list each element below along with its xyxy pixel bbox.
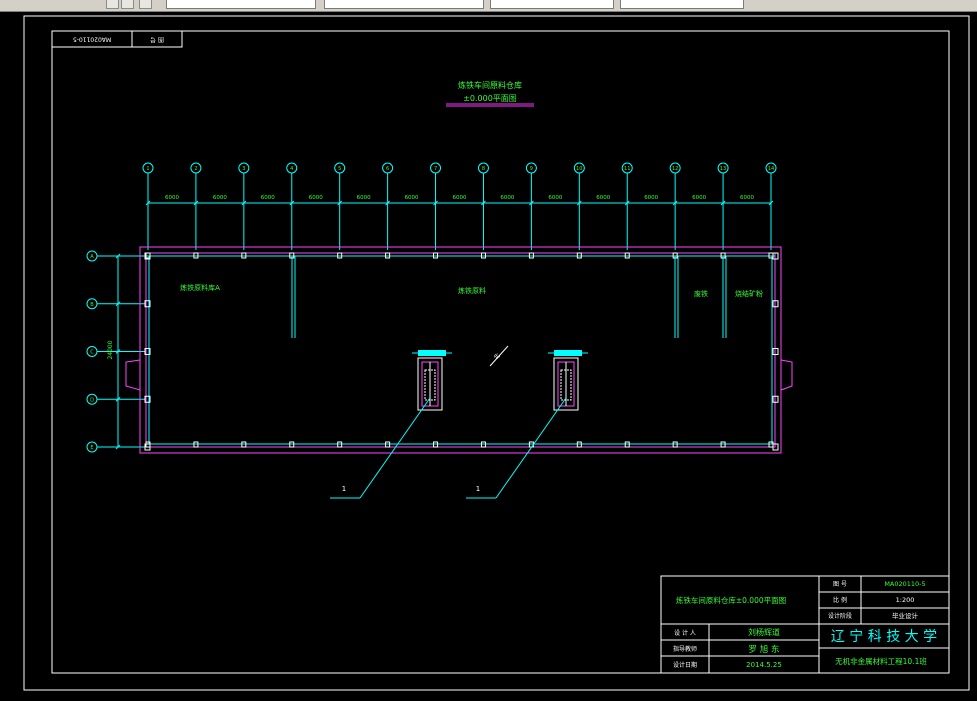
room-label-left: 炼铁原料库A <box>180 283 220 292</box>
equipment-unit-1 <box>412 350 452 411</box>
equipment-unit-2 <box>548 350 588 411</box>
row-label: 图 号 <box>833 581 847 588</box>
toolbar-button[interactable] <box>139 0 152 9</box>
plan-subtitle: ±0.000平面图 <box>463 94 517 103</box>
bay-dimension-label: 6000 <box>405 195 419 201</box>
toolbar-button[interactable] <box>121 0 134 9</box>
svg-text:北: 北 <box>492 352 502 362</box>
row-axis-label: C <box>90 350 94 356</box>
column-axis-label: 11 <box>624 166 630 172</box>
bay-dimension-label: 6000 <box>596 195 610 201</box>
column-axis-label: 5 <box>338 166 341 172</box>
building-walls <box>125 246 793 454</box>
row-label: 比 例 <box>833 596 847 604</box>
column-axis-label: 12 <box>672 166 678 172</box>
bay-dimension-label: 6000 <box>261 195 275 201</box>
column-axis-label: 10 <box>576 166 582 172</box>
university-name: 辽 宁 科 技 大 学 <box>831 628 937 645</box>
bay-dimension-label: 6000 <box>453 195 467 201</box>
bay-dimension-label: 6000 <box>357 195 371 201</box>
cad-drawing: MA020110-5 图 号 炼铁车间原料仓库 ±0.000平面图 123456… <box>23 15 970 691</box>
column-axis-label: 13 <box>720 166 726 172</box>
inner-border <box>51 30 950 674</box>
room-label-center: 炼铁原料 <box>458 286 486 295</box>
bay-dimension-label: 6000 <box>644 195 658 201</box>
bay-dimension-label: 6000 <box>213 195 227 201</box>
advisor-name: 罗 旭 东 <box>749 644 780 655</box>
column-axis-label: 9 <box>530 166 533 172</box>
row-axis-label: A <box>90 254 94 260</box>
corner-code: MA020110-5 <box>73 36 111 43</box>
designer-label: 设 计 人 <box>674 629 696 637</box>
bay-dimension-label: 6000 <box>548 195 562 201</box>
svg-text:1: 1 <box>342 485 346 493</box>
toolbar-button[interactable] <box>106 0 119 9</box>
svg-text:1: 1 <box>476 485 480 493</box>
class-name: 无机非金属材料工程10.1班 <box>835 656 927 666</box>
row-value: 1:200 <box>896 596 915 604</box>
row-axis-label: B <box>90 302 94 308</box>
bay-dimension-label: 6000 <box>500 195 514 201</box>
room-label-right1: 废铁 <box>694 289 708 298</box>
column-axis-label: 7 <box>434 166 437 172</box>
column-axis-label: 8 <box>482 166 485 172</box>
column-axis-label: 2 <box>194 166 197 172</box>
column-axis-label: 3 <box>242 166 245 172</box>
leader-2: 1 <box>466 397 567 499</box>
vertical-dimension-text: 24000 <box>107 340 114 359</box>
row-value: 毕业设计 <box>892 611 919 620</box>
color-dropdown[interactable] <box>324 0 484 9</box>
north-arrow: 北 <box>489 345 509 367</box>
plan-title: 炼铁车间原料仓库 <box>458 80 522 90</box>
column-axis-group: 1 2 3 4 5 6 7 8 9 10 11 12 13 14 <box>142 162 777 250</box>
layer-dropdown[interactable] <box>166 0 316 9</box>
column-axis-label: 1 <box>146 166 149 172</box>
column-axis-label: 6 <box>386 166 389 172</box>
design-date: 2014.5.25 <box>746 661 782 669</box>
leader-1: 1 <box>330 397 431 499</box>
drawing-name: 炼铁车间原料仓库±0.000平面图 <box>676 595 786 605</box>
bay-dimension-label: 6000 <box>692 195 706 201</box>
linetype-dropdown[interactable] <box>490 0 614 9</box>
advisor-label: 指导教师 <box>673 645 697 653</box>
bay-dimension-label: 6000 <box>740 195 754 201</box>
bay-dimension-label: 6000 <box>309 195 323 201</box>
column-axis-label: 4 <box>290 166 293 172</box>
corner-label: 图 号 <box>150 36 164 43</box>
corner-stamp: MA020110-5 图 号 <box>51 30 183 48</box>
drawing-canvas[interactable]: MA020110-5 图 号 炼铁车间原料仓库 ±0.000平面图 123456… <box>0 11 977 697</box>
wall-piers <box>144 252 779 451</box>
bay-dimension-label: 6000 <box>165 195 179 201</box>
row-value: MA020110-5 <box>884 580 925 588</box>
row-axis-label: D <box>90 397 94 403</box>
row-axis-label: E <box>90 445 93 451</box>
row-label: 设计阶段 <box>828 612 852 620</box>
designer-name: 刘杨辉道 <box>748 627 780 637</box>
room-label-right2: 烧结矿粉 <box>735 289 763 298</box>
row-axis-group: A B C D E <box>86 250 146 453</box>
date-label: 设计日期 <box>673 661 697 669</box>
lineweight-dropdown[interactable] <box>620 0 744 9</box>
column-axis-label: 14 <box>768 166 774 172</box>
